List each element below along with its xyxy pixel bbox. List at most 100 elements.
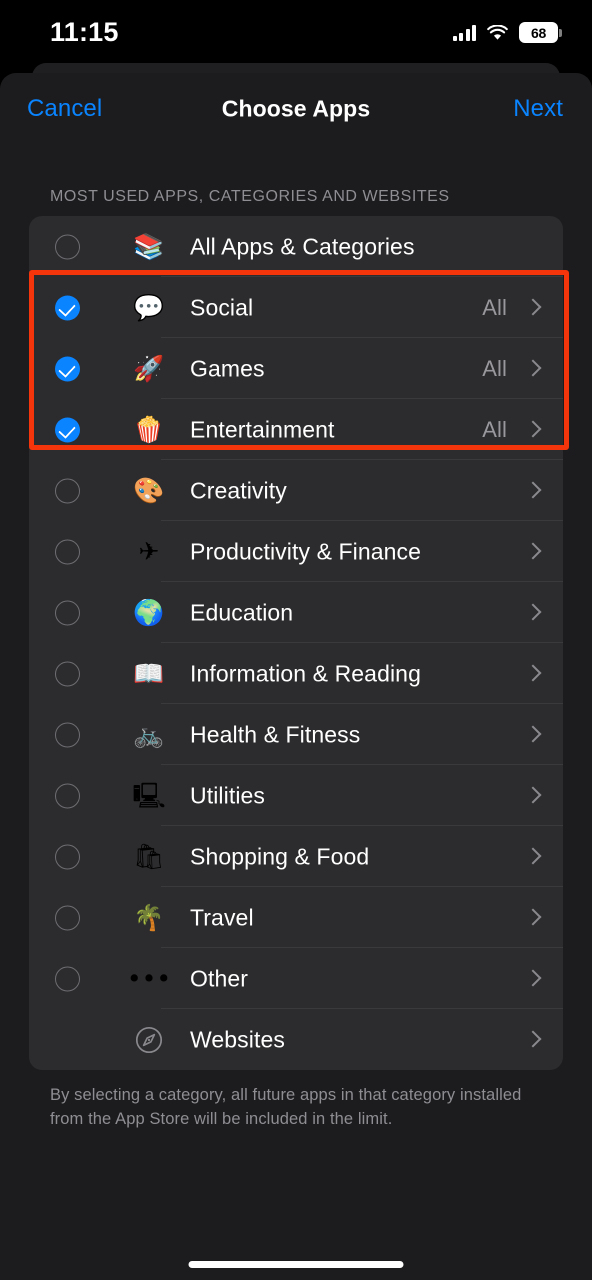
category-label: Utilities — [190, 782, 266, 808]
category-label: Social — [190, 294, 254, 320]
compass-safari-icon — [133, 1024, 165, 1056]
chevron-right-icon[interactable] — [527, 970, 537, 987]
checkbox-unchecked[interactable] — [55, 478, 80, 503]
category-label: Education — [190, 599, 294, 625]
chevron-right-icon[interactable] — [527, 604, 537, 621]
home-indicator[interactable] — [188, 1261, 404, 1268]
category-row-education[interactable]: 🌍 Education — [29, 582, 563, 643]
speech-bubble-heart-icon: 💬 — [133, 293, 165, 322]
chevron-right-icon[interactable] — [527, 1031, 537, 1048]
row-trailing-accessories — [527, 521, 563, 582]
row-trailing-accessories — [527, 887, 563, 948]
palm-tree-beach-icon: 🌴 — [133, 903, 165, 932]
category-row-all-apps-categories[interactable]: 📚 All Apps & Categories — [29, 216, 563, 277]
checkbox-unchecked[interactable] — [55, 783, 80, 808]
checkbox-unchecked[interactable] — [55, 661, 80, 686]
paper-plane-icon: ✈ — [138, 537, 160, 566]
battery-percent-label: 68 — [531, 24, 546, 41]
choose-apps-sheet: Cancel Choose Apps Next MOST USED APPS, … — [0, 73, 592, 1280]
category-label: Shopping & Food — [190, 843, 370, 869]
page-title: Choose Apps — [221, 95, 371, 122]
category-label: Other — [190, 965, 249, 991]
ellipsis-icon: ••• — [126, 964, 172, 993]
chevron-right-icon[interactable] — [527, 909, 537, 926]
category-row-games[interactable]: 🚀 Games All — [29, 338, 563, 399]
category-row-social[interactable]: 💬 Social All — [29, 277, 563, 338]
row-trailing-accessories — [527, 765, 563, 826]
chevron-right-icon[interactable] — [527, 726, 537, 743]
checkbox-checked[interactable] — [55, 356, 80, 381]
category-label: Health & Fitness — [190, 721, 361, 747]
checkbox-unchecked[interactable] — [55, 966, 80, 991]
chevron-right-icon[interactable] — [527, 299, 537, 316]
row-trailing-accessories — [527, 704, 563, 765]
category-label: Travel — [190, 904, 254, 930]
category-label: Information & Reading — [190, 660, 421, 686]
checkbox-checked[interactable] — [55, 417, 80, 442]
category-row-entertainment[interactable]: 🍿 Entertainment All — [29, 399, 563, 460]
checkbox-unchecked[interactable] — [55, 844, 80, 869]
calculator-icon: 🖳 — [132, 781, 166, 810]
row-trailing-accessories — [527, 460, 563, 521]
artist-palette-icon: 🎨 — [133, 476, 165, 505]
chevron-right-icon[interactable] — [527, 848, 537, 865]
wifi-icon — [487, 24, 508, 41]
chevron-right-icon[interactable] — [527, 421, 537, 438]
checkbox-unchecked[interactable] — [55, 234, 80, 259]
checkbox-unchecked[interactable] — [55, 600, 80, 625]
category-row-other[interactable]: ••• Other — [29, 948, 563, 1009]
category-row-shopping-food[interactable]: 🛍 Shopping & Food — [29, 826, 563, 887]
checkbox-checked[interactable] — [55, 295, 80, 320]
row-value-label: All — [482, 294, 507, 320]
row-value-label: All — [482, 416, 507, 442]
category-row-travel[interactable]: 🌴 Travel — [29, 887, 563, 948]
checkbox-unchecked[interactable] — [55, 539, 80, 564]
category-label: Games — [190, 355, 265, 381]
rocket-icon: 🚀 — [133, 354, 165, 383]
category-row-creativity[interactable]: 🎨 Creativity — [29, 460, 563, 521]
category-row-productivity-finance[interactable]: ✈ Productivity & Finance — [29, 521, 563, 582]
row-trailing-accessories — [527, 1009, 563, 1070]
category-label: All Apps & Categories — [190, 233, 415, 259]
row-trailing-accessories — [527, 643, 563, 704]
battery-icon: 68 — [519, 22, 562, 43]
section-header-label: MOST USED APPS, CATEGORIES AND WEBSITES — [50, 188, 450, 205]
iphone-screen: 11:15 68 Cancel Choose Apps Next MOST US… — [0, 0, 592, 1280]
bicycle-icon: 🚲 — [133, 720, 165, 749]
row-value-label: All — [482, 355, 507, 381]
shopping-bag-icon: 🛍 — [133, 842, 165, 871]
row-trailing-accessories: All — [482, 277, 563, 338]
popcorn-icon: 🍿 — [133, 415, 165, 444]
navigation-bar: Cancel Choose Apps Next — [0, 73, 592, 145]
category-label: Entertainment — [190, 416, 335, 442]
category-row-information-reading[interactable]: 📖 Information & Reading — [29, 643, 563, 704]
stack-layers-icon: 📚 — [133, 232, 165, 261]
row-trailing-accessories — [537, 216, 563, 277]
globe-stand-icon: 🌍 — [133, 598, 165, 627]
row-trailing-accessories — [527, 826, 563, 887]
status-bar: 11:15 68 — [0, 0, 592, 62]
row-trailing-accessories: All — [482, 399, 563, 460]
row-trailing-accessories — [527, 582, 563, 643]
checkbox-unchecked[interactable] — [55, 905, 80, 930]
row-trailing-accessories: All — [482, 338, 563, 399]
chevron-right-icon[interactable] — [527, 360, 537, 377]
status-bar-clock: 11:15 — [50, 17, 119, 47]
category-label: Productivity & Finance — [190, 538, 422, 564]
footer-note: By selecting a category, all future apps… — [50, 1086, 522, 1128]
category-row-utilities[interactable]: 🖳 Utilities — [29, 765, 563, 826]
category-label: Creativity — [190, 477, 287, 503]
category-label: Websites — [190, 1026, 285, 1052]
next-button[interactable]: Next — [513, 95, 563, 123]
category-row-websites[interactable]: Websites — [29, 1009, 563, 1070]
category-row-health-fitness[interactable]: 🚲 Health & Fitness — [29, 704, 563, 765]
open-book-icon: 📖 — [133, 659, 165, 688]
row-trailing-accessories — [527, 948, 563, 1009]
chevron-right-icon[interactable] — [527, 543, 537, 560]
chevron-right-icon[interactable] — [527, 482, 537, 499]
chevron-right-icon[interactable] — [527, 665, 537, 682]
status-bar-indicators: 68 — [452, 22, 562, 43]
chevron-right-icon[interactable] — [527, 787, 537, 804]
category-list-card: 📚 All Apps & Categories 💬 Social All 🚀 Games Al… — [29, 216, 563, 1070]
checkbox-unchecked[interactable] — [55, 722, 80, 747]
